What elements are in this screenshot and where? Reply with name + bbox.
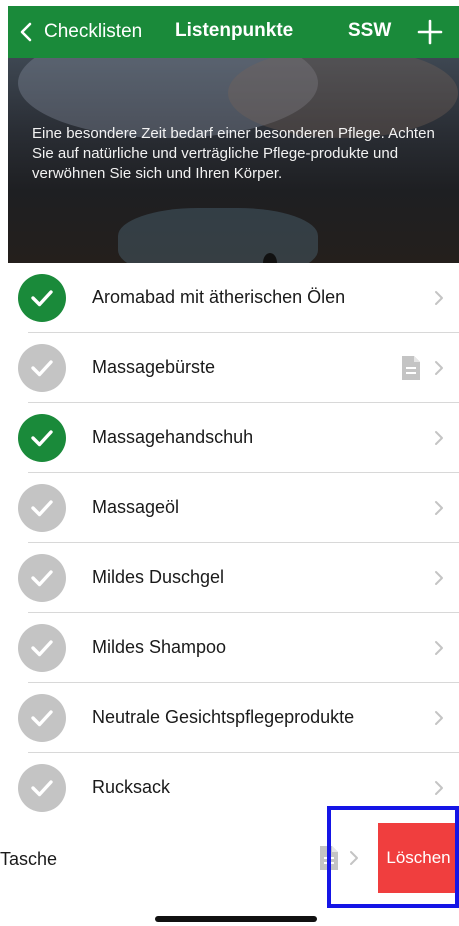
chevron-right-icon: [435, 781, 443, 795]
checkmark-icon: [31, 290, 53, 307]
list-item-label: Massagehandschuh: [92, 427, 254, 447]
list-item-label: Mildes Shampoo: [92, 637, 227, 657]
list-item-label: Massagebürste: [92, 357, 216, 377]
hero-description: Eine besondere Zeit bedarf einer besonde…: [32, 125, 435, 182]
back-button-label: Checklisten: [44, 21, 143, 42]
checkmark-icon: [31, 710, 53, 727]
unchecked-icon[interactable]: [18, 764, 66, 812]
chevron-right-icon: [435, 711, 443, 725]
hero-image: Eine besondere Zeit bedarf einer besonde…: [8, 58, 459, 263]
list-item[interactable]: Neutrale Gesichtspflegeprodukte: [8, 683, 459, 753]
chevron-right-icon: [435, 431, 443, 445]
navigation-bar: Checklisten Listenpunkte SSW: [8, 6, 459, 58]
unchecked-icon[interactable]: [18, 554, 66, 602]
checkmark-icon: [31, 570, 53, 587]
checkmark-icon: [31, 360, 53, 377]
list-item-label: Massageöl: [92, 497, 180, 517]
checkmark-icon: [31, 500, 53, 517]
plus-icon[interactable]: [416, 18, 444, 46]
checked-icon[interactable]: [18, 274, 66, 322]
hero-photo-shape: [118, 208, 318, 263]
unchecked-icon[interactable]: [18, 484, 66, 532]
ssw-button[interactable]: SSW: [348, 20, 391, 42]
list-item-label: Tasche: [0, 849, 58, 869]
checkmark-icon: [31, 640, 53, 657]
checked-icon[interactable]: [18, 414, 66, 462]
list-item[interactable]: Mildes Duschgel: [8, 543, 459, 613]
chevron-right-icon: [435, 571, 443, 585]
list-item-label: Mildes Duschgel: [92, 567, 225, 587]
note-icon: [320, 846, 338, 870]
list-item[interactable]: Massagebürste: [8, 333, 459, 403]
checklist-items: Aromabad mit ätherischen Ölen Massagebürs…: [8, 263, 459, 823]
unchecked-icon[interactable]: [18, 344, 66, 392]
chevron-right-icon: [435, 641, 443, 655]
checkmark-icon: [31, 780, 53, 797]
checkmark-icon: [31, 430, 53, 447]
delete-button[interactable]: Löschen: [378, 823, 459, 893]
home-indicator: [155, 916, 317, 922]
list-item[interactable]: Rucksack: [8, 753, 459, 823]
chevron-right-icon: [435, 291, 443, 305]
unchecked-icon[interactable]: [18, 624, 66, 672]
chevron-right-icon: [435, 501, 443, 515]
list-item-label: Rucksack: [92, 777, 171, 797]
list-item[interactable]: Mildes Shampoo: [8, 613, 459, 683]
list-item[interactable]: Massagehandschuh: [8, 403, 459, 473]
list-item[interactable]: Massageöl: [8, 473, 459, 543]
list-item-label: Aromabad mit ätherischen Ölen: [92, 287, 346, 307]
swiped-list-item[interactable]: Tasche Löschen: [0, 823, 459, 893]
list-item-label: Neutrale Gesichtspflegeprodukte: [92, 707, 355, 727]
list-item[interactable]: Aromabad mit ätherischen Ölen: [8, 263, 459, 333]
back-button[interactable]: Checklisten: [16, 16, 142, 48]
page-title: Listenpunkte: [175, 20, 294, 41]
note-icon: [402, 356, 420, 380]
unchecked-icon[interactable]: [18, 694, 66, 742]
chevron-right-icon: [435, 361, 443, 375]
chevron-left-icon: [20, 22, 32, 42]
chevron-right-icon: [350, 851, 358, 865]
screen: Checklisten Listenpunkte SSW Eine besond…: [0, 0, 459, 926]
